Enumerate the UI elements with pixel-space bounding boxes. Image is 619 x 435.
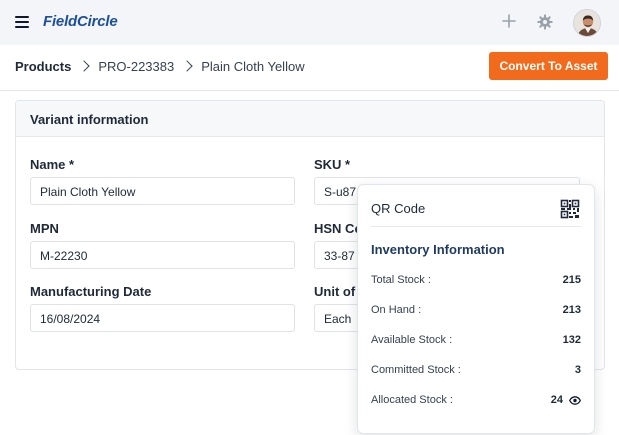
inventory-popover: QR Code Inventory Information Total Stoc… — [357, 184, 595, 434]
breadcrumb-current-item: Plain Cloth Yellow — [201, 58, 305, 74]
convert-to-asset-button[interactable]: Convert To Asset — [489, 52, 608, 80]
inventory-row: Allocated Stock : 24 — [371, 394, 581, 410]
qr-code-row[interactable]: QR Code — [371, 199, 581, 227]
plus-icon[interactable] — [501, 13, 517, 29]
user-avatar-icon — [574, 10, 600, 36]
eye-icon[interactable] — [569, 396, 581, 405]
breadcrumb-product-code-link[interactable]: PRO-223383 — [98, 59, 174, 74]
manufacturing-date-label: Manufacturing Date — [30, 284, 152, 299]
breadcrumb-products-link[interactable]: Products — [15, 59, 71, 74]
menu-icon[interactable] — [15, 16, 29, 28]
mpn-label: MPN — [30, 221, 59, 236]
available-stock-value: 132 — [562, 334, 581, 346]
total-stock-value: 215 — [562, 274, 581, 286]
committed-stock-label: Committed Stock : — [371, 364, 461, 376]
committed-stock-value: 3 — [574, 364, 581, 376]
card-title: Variant information — [16, 101, 604, 137]
available-stock-label: Available Stock : — [371, 334, 453, 346]
breadcrumb: Products PRO-223383 Plain Cloth Yellow — [15, 58, 305, 74]
qr-code-icon[interactable] — [560, 199, 580, 219]
unit-of-measure-label: Unit of — [314, 284, 356, 299]
on-hand-value: 213 — [562, 304, 581, 316]
name-input[interactable]: Plain Cloth Yellow — [30, 177, 295, 205]
inventory-row: Available Stock : 132 — [371, 334, 581, 350]
allocated-stock-label: Allocated Stock : — [371, 394, 453, 406]
app-logo[interactable]: FieldCircle — [43, 13, 118, 30]
chevron-right-icon — [181, 60, 193, 72]
inventory-row: Committed Stock : 3 — [371, 364, 581, 380]
avatar[interactable] — [573, 9, 601, 37]
inventory-information-title: Inventory Information — [371, 242, 505, 257]
name-label: Name * — [30, 157, 75, 172]
top-navbar: FieldCircle — [0, 0, 619, 45]
header-divider — [0, 90, 619, 91]
manufacturing-date-input[interactable]: 16/08/2024 — [30, 304, 295, 332]
on-hand-label: On Hand : — [371, 304, 422, 316]
chevron-right-icon — [78, 60, 91, 72]
sku-label: SKU * — [314, 157, 351, 172]
gear-icon[interactable] — [537, 14, 553, 30]
total-stock-label: Total Stock : — [371, 274, 431, 286]
allocated-stock-value: 24 — [550, 394, 563, 406]
hsn-code-label: HSN Co — [314, 221, 363, 236]
mpn-input[interactable]: M-22230 — [30, 241, 295, 269]
inventory-row: On Hand : 213 — [371, 304, 581, 320]
qr-code-label: QR Code — [371, 201, 426, 216]
inventory-row: Total Stock : 215 — [371, 274, 581, 290]
